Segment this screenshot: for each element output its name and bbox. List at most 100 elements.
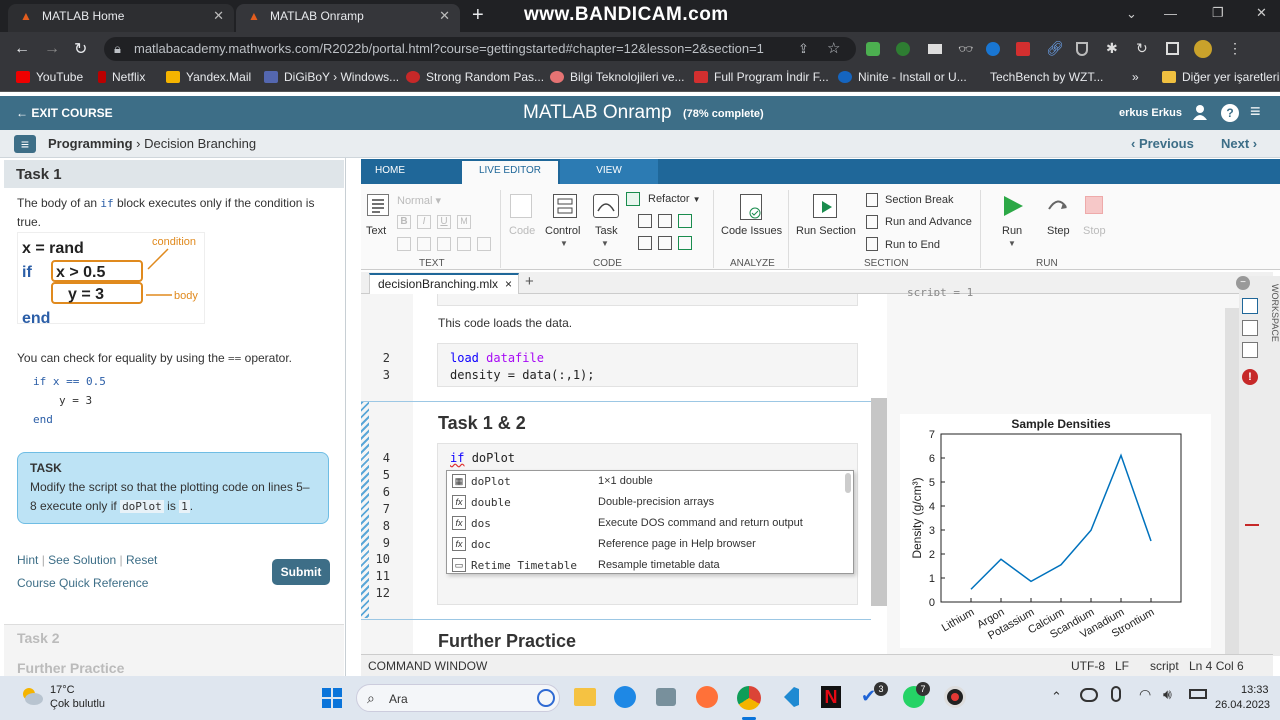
- collapse-icon[interactable]: −: [1236, 276, 1250, 290]
- code-button[interactable]: Code: [509, 225, 535, 237]
- style-select[interactable]: Normal ▾: [397, 194, 471, 208]
- bookmarks-overflow-icon[interactable]: »: [1132, 70, 1139, 84]
- quick-reference-link[interactable]: Course Quick Reference: [17, 576, 148, 590]
- battery-icon[interactable]: [1189, 689, 1207, 699]
- course-menu-icon[interactable]: ≡: [14, 135, 36, 153]
- exit-course-button[interactable]: ← EXIT COURSE: [16, 106, 113, 120]
- align-icon[interactable]: [437, 237, 451, 251]
- help-icon[interactable]: ?: [1221, 104, 1239, 122]
- increase-indent-icon[interactable]: [678, 236, 692, 250]
- extension-icon[interactable]: [896, 42, 910, 56]
- tab-search-icon[interactable]: ⌄: [1126, 6, 1137, 22]
- decrease-indent-icon[interactable]: [658, 236, 672, 250]
- taskbar-search[interactable]: ⌕ Ara: [356, 684, 560, 712]
- breadcrumb-chapter[interactable]: Programming: [48, 136, 133, 151]
- workspace-icon[interactable]: [1242, 298, 1258, 314]
- extension-icon[interactable]: 👓︎: [958, 42, 973, 56]
- task-1-header[interactable]: Task 1: [4, 160, 344, 188]
- task-2-header[interactable]: Task 2: [17, 630, 60, 646]
- tab-matlab-onramp[interactable]: ▲ MATLAB Onramp ✕: [236, 4, 460, 32]
- forward-icon[interactable]: →: [44, 40, 60, 58]
- further-practice-heading[interactable]: Further Practice: [438, 631, 576, 652]
- file-explorer-icon[interactable]: [574, 688, 596, 706]
- restore-icon[interactable]: ❐: [1212, 5, 1224, 21]
- microphone-icon[interactable]: [1111, 686, 1121, 702]
- tab-home[interactable]: HOME: [375, 165, 405, 176]
- see-solution-link[interactable]: See Solution: [48, 553, 116, 567]
- autocomplete-item[interactable]: fx dos Execute DOS command and return ou…: [447, 513, 845, 534]
- onedrive-icon[interactable]: [1080, 688, 1098, 702]
- monospace-icon[interactable]: M: [457, 215, 471, 229]
- volume-icon[interactable]: 🔊︎: [1163, 686, 1172, 703]
- user-icon[interactable]: [1192, 104, 1208, 120]
- bookmark-yandex-mail[interactable]: Yandex.Mail: [166, 70, 251, 84]
- sidepanel-icon[interactable]: [1166, 42, 1179, 55]
- extension-icon[interactable]: [866, 42, 880, 56]
- extension-icon[interactable]: [986, 42, 1000, 56]
- bullet-list-icon[interactable]: [397, 237, 411, 251]
- next-button[interactable]: Next ›: [1221, 136, 1257, 151]
- smart-indent-icon[interactable]: [638, 236, 652, 250]
- wifi-icon[interactable]: ◠: [1139, 686, 1151, 703]
- step-button[interactable]: Step: [1047, 225, 1070, 237]
- bookmark-strong-random[interactable]: Strong Random Pas...: [406, 70, 544, 84]
- reset-link[interactable]: Reset: [126, 553, 157, 567]
- text-note[interactable]: This code loads the data.: [438, 316, 572, 330]
- numbered-list-icon[interactable]: [417, 237, 431, 251]
- error-icon[interactable]: !: [1242, 369, 1258, 385]
- bookmark-youtube[interactable]: YouTube: [16, 70, 83, 84]
- clock-time[interactable]: 13:33: [1241, 684, 1269, 696]
- tray-overflow-icon[interactable]: ⌃: [1051, 689, 1062, 705]
- indent-icon[interactable]: [638, 214, 652, 228]
- tab-matlab-home[interactable]: ▲ MATLAB Home ✕: [8, 4, 234, 32]
- autocomplete-item[interactable]: ▭ Retime Timetable Resample timetable da…: [447, 555, 845, 576]
- close-tab-icon[interactable]: ✕: [213, 4, 224, 28]
- chrome-icon[interactable]: [737, 686, 761, 710]
- bookmark-netflix[interactable]: Netflix: [98, 70, 145, 84]
- section-break-button[interactable]: Section Break: [885, 194, 953, 206]
- share-icon[interactable]: ⇪: [798, 41, 809, 57]
- store-icon[interactable]: [656, 688, 676, 706]
- submit-button[interactable]: Submit: [272, 559, 330, 585]
- hint-link[interactable]: Hint: [17, 553, 38, 567]
- window-close-icon[interactable]: ✕: [1256, 5, 1267, 21]
- windows-start-icon[interactable]: [322, 688, 342, 708]
- sync-icon[interactable]: ↻: [1136, 40, 1148, 57]
- run-button[interactable]: Run: [1002, 225, 1022, 237]
- back-icon[interactable]: ←: [14, 40, 30, 58]
- autocomplete-item[interactable]: fx double Double-precision arrays: [447, 492, 845, 513]
- run-section-button[interactable]: Run Section: [796, 225, 856, 237]
- clock-date[interactable]: 26.04.2023: [1215, 699, 1270, 711]
- bold-icon[interactable]: B: [397, 215, 411, 229]
- task-button[interactable]: Task: [595, 225, 618, 237]
- panel-icon[interactable]: [1242, 320, 1258, 336]
- bookmark-other[interactable]: Diğer yer işaretleri: [1162, 70, 1279, 84]
- weather-icon[interactable]: [20, 686, 44, 706]
- autocomplete-scrollbar[interactable]: [845, 473, 851, 493]
- align-icon[interactable]: [477, 237, 491, 251]
- close-tab-icon[interactable]: ✕: [439, 4, 450, 28]
- stop-button[interactable]: Stop: [1083, 225, 1106, 237]
- autocomplete-item[interactable]: ▦ doPlot 1×1 double: [447, 471, 845, 492]
- run-and-advance-button[interactable]: Run and Advance: [885, 216, 972, 228]
- bookmark-digiboy[interactable]: DiGiBoY › Windows...: [264, 70, 399, 84]
- code-issues-button[interactable]: Code Issues: [721, 225, 782, 237]
- previous-button[interactable]: ‹ Previous: [1131, 136, 1194, 151]
- error-marker[interactable]: [1245, 524, 1259, 526]
- bandicam-icon[interactable]: [944, 686, 966, 708]
- netflix-icon[interactable]: N: [821, 686, 841, 708]
- shield-extension-icon[interactable]: [1076, 42, 1088, 56]
- link-extension-icon[interactable]: 🔗︎: [1046, 40, 1064, 57]
- wrap-icon[interactable]: [678, 214, 692, 228]
- extension-icon[interactable]: [928, 44, 942, 54]
- refactor-button[interactable]: Refactor ▼: [648, 193, 701, 205]
- panel-icon[interactable]: [1242, 342, 1258, 358]
- run-to-end-button[interactable]: Run to End: [885, 239, 940, 251]
- comment-icon[interactable]: [658, 214, 672, 228]
- pdf-extension-icon[interactable]: [1016, 42, 1030, 56]
- url-field[interactable]: 🔒︎ matlabacademy.mathworks.com/R2022b/po…: [104, 37, 856, 61]
- bookmark-star-icon[interactable]: ☆: [827, 39, 840, 57]
- firefox-icon[interactable]: [696, 686, 718, 708]
- new-tab-icon[interactable]: +: [472, 4, 484, 27]
- tab-live-editor[interactable]: LIVE EDITOR: [462, 161, 558, 184]
